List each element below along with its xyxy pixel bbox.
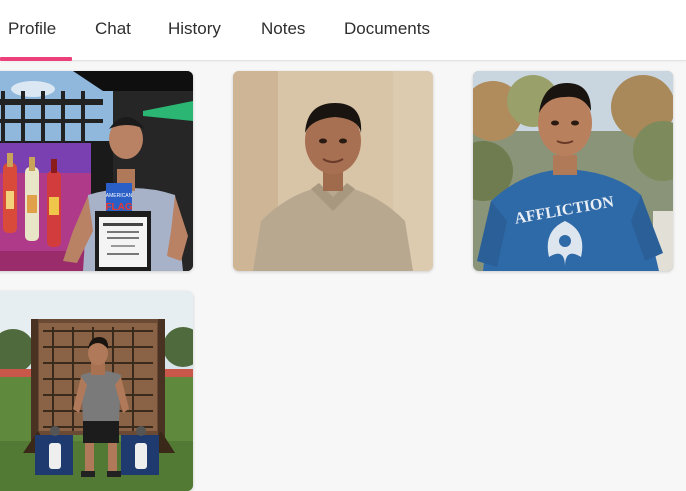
photo-outdoor-tee[interactable]: AFFLICTION: [473, 71, 673, 271]
banner-brand-text: AMERICAN: [106, 193, 133, 199]
tab-chat[interactable]: Chat: [95, 0, 131, 60]
tab-history[interactable]: History: [168, 0, 221, 60]
tab-documents[interactable]: Documents: [344, 0, 430, 60]
photo-obstacle-course[interactable]: [0, 291, 193, 491]
tab-notes[interactable]: Notes: [261, 0, 305, 60]
tab-profile[interactable]: Profile: [0, 0, 73, 61]
photo-portrait-polo[interactable]: [233, 71, 433, 271]
photo-award-banner[interactable]: AMERICAN FLAG: [0, 71, 193, 271]
tab-bar: Profile Chat History Notes Documents: [0, 0, 686, 61]
